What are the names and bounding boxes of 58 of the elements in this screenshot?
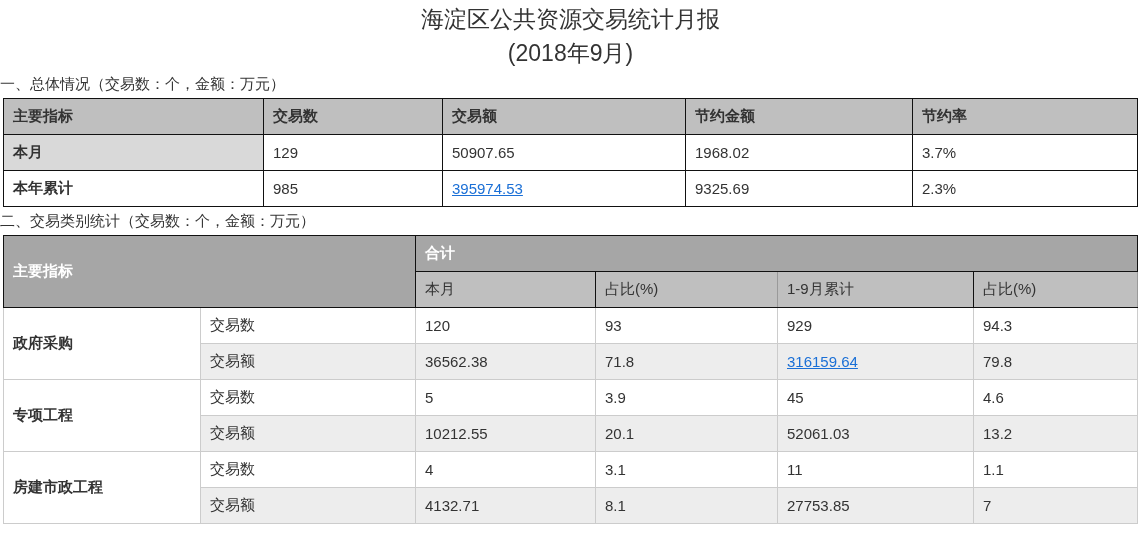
table-cell: 52061.03 [777, 415, 974, 452]
table-cell: 5 [415, 379, 596, 416]
column-header: 主要指标 [3, 98, 264, 135]
table-cell: 4 [415, 451, 596, 488]
amount-link[interactable]: 316159.64 [787, 353, 858, 370]
column-header: 占比(%) [595, 271, 778, 308]
column-header: 节约金额 [685, 98, 913, 135]
table-cell: 20.1 [595, 415, 778, 452]
row-header: 房建市政工程 [3, 451, 201, 524]
table-cell: 10212.55 [415, 415, 596, 452]
table-cell: 94.3 [973, 307, 1138, 344]
amount-link[interactable]: 395974.53 [452, 180, 523, 197]
table-cell: 93 [595, 307, 778, 344]
column-header: 本月 [415, 271, 596, 308]
table-cell: 985 [263, 170, 443, 207]
row-header: 专项工程 [3, 379, 201, 452]
table-cell: 129 [263, 134, 443, 171]
table-cell: 11 [777, 451, 974, 488]
table-cell: 3.7% [912, 134, 1138, 171]
table-cell: 1968.02 [685, 134, 913, 171]
table-cell: 4.6 [973, 379, 1138, 416]
column-header: 合计 [415, 235, 1138, 272]
table-cell: 1.1 [973, 451, 1138, 488]
row-header: 政府采购 [3, 307, 201, 380]
column-header: 主要指标 [3, 235, 416, 308]
table-cell: 929 [777, 307, 974, 344]
column-header: 占比(%) [973, 271, 1138, 308]
table-cell: 120 [415, 307, 596, 344]
table-cell: 3.9 [595, 379, 778, 416]
column-header: 1-9月累计 [777, 271, 974, 308]
table-cell: 79.8 [973, 343, 1138, 380]
table-cell: 7 [973, 487, 1138, 524]
column-header: 交易数 [263, 98, 443, 135]
section-heading: 一、总体情况（交易数：个，金额：万元） [0, 74, 286, 94]
table-cell: 45 [777, 379, 974, 416]
table-cell: 2.3% [912, 170, 1138, 207]
row-label: 交易额 [200, 415, 416, 452]
table-cell: 9325.69 [685, 170, 913, 207]
row-header: 本年累计 [3, 170, 264, 207]
table-cell: 71.8 [595, 343, 778, 380]
column-header: 交易额 [442, 98, 686, 135]
row-label: 交易数 [200, 307, 416, 344]
report-period: (2018年9月) [507, 39, 634, 68]
report-title: 海淀区公共资源交易统计月报 [421, 5, 720, 34]
row-label: 交易数 [200, 379, 416, 416]
row-header: 本月 [3, 134, 264, 171]
table-cell: 4132.71 [415, 487, 596, 524]
table-cell: 3.1 [595, 451, 778, 488]
table-cell: 8.1 [595, 487, 778, 524]
section-heading: 二、交易类别统计（交易数：个，金额：万元） [0, 211, 316, 231]
column-header: 节约率 [912, 98, 1138, 135]
table-cell: 36562.38 [415, 343, 596, 380]
table-cell: 27753.85 [777, 487, 974, 524]
row-label: 交易额 [200, 487, 416, 524]
row-label: 交易数 [200, 451, 416, 488]
table-cell: 13.2 [973, 415, 1138, 452]
table-cell: 50907.65 [442, 134, 686, 171]
row-label: 交易额 [200, 343, 416, 380]
